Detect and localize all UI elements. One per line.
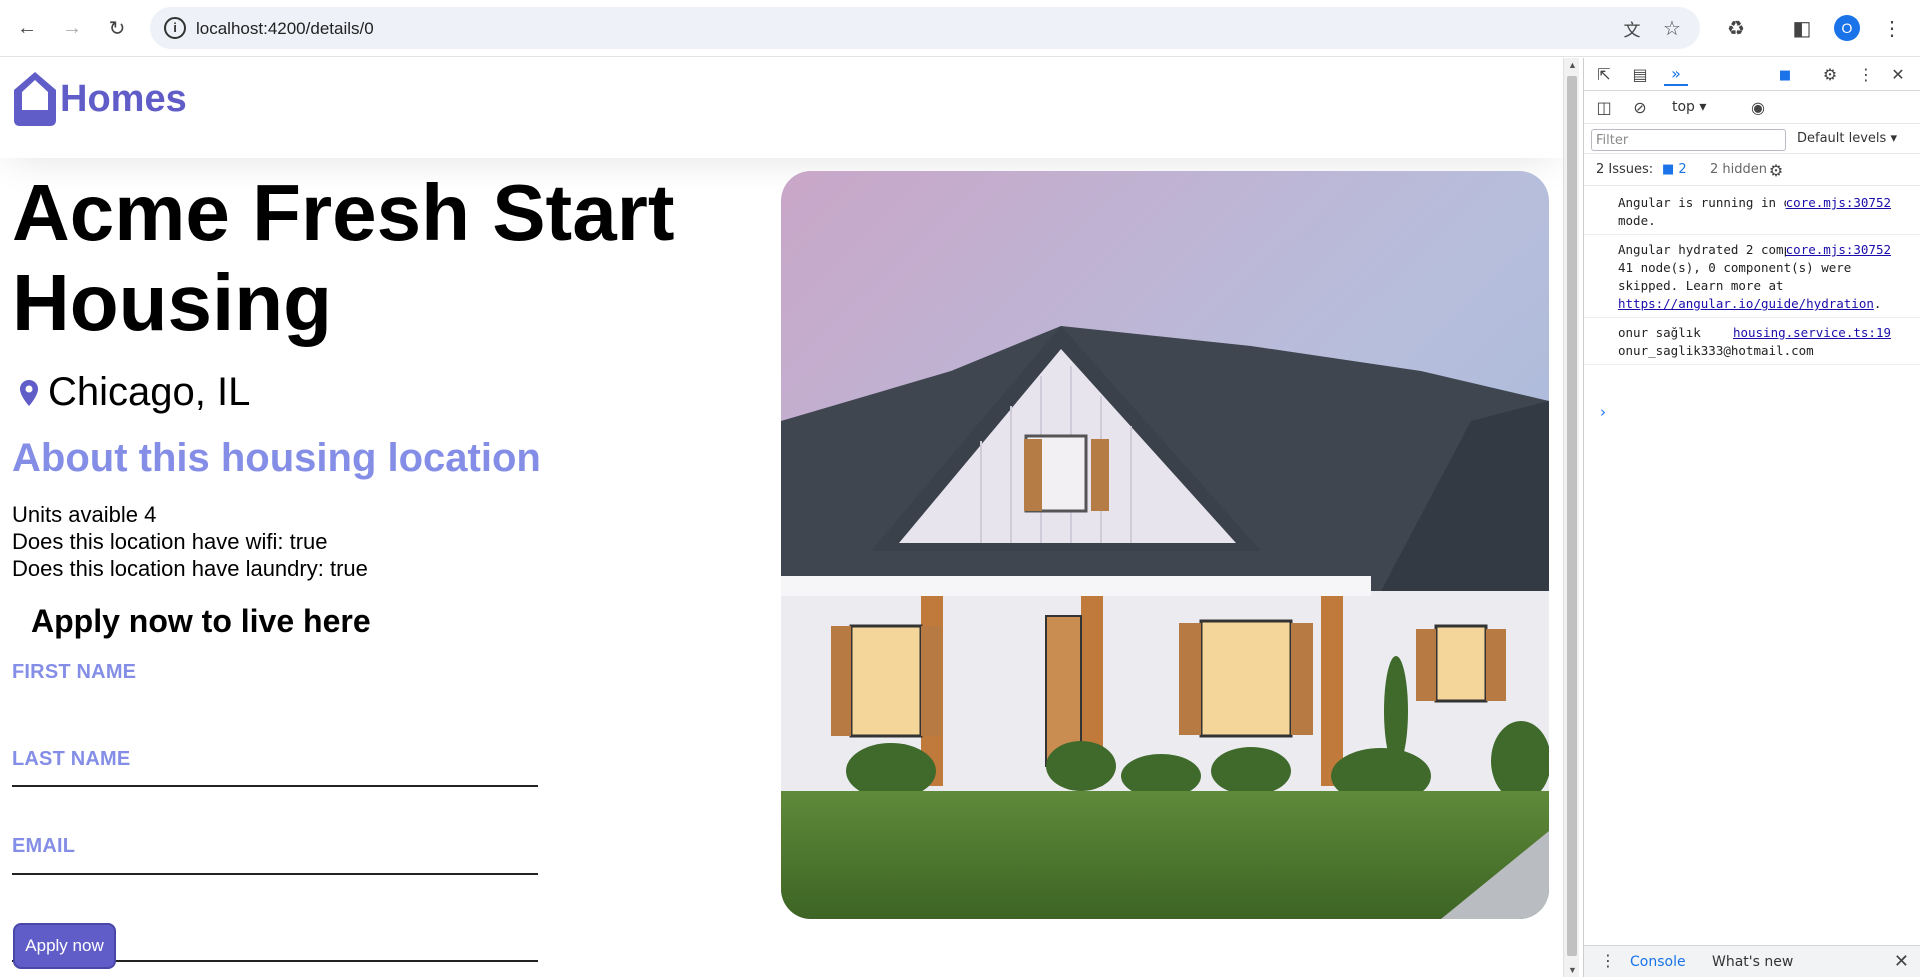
email-label: EMAIL [12, 835, 76, 857]
feature-units: Units avaible 4 [12, 502, 157, 527]
feature-wifi: Does this location have wifi: true [12, 529, 328, 554]
log-levels-label: Default levels [1797, 131, 1887, 146]
console-source-link[interactable]: core.mjs:30752 [1785, 241, 1891, 259]
apply-heading: Apply now to live here [31, 603, 371, 639]
about-heading: About this housing location [12, 436, 541, 480]
live-expression-eye-icon[interactable]: ◉ [1746, 95, 1770, 119]
settings-gear-icon[interactable]: ⚙ [1818, 62, 1842, 86]
drawer-menu-icon[interactable]: ⋮ [1600, 951, 1616, 970]
console-message: Angular hydrated 2 component(s) and 41 n… [1584, 235, 1920, 318]
console-filter-row: Filter Default levels ▾ [1584, 124, 1920, 154]
app-header: Homes [0, 58, 1563, 158]
page-scrollbar[interactable]: ▲ ▼ [1563, 58, 1579, 977]
house-logo-icon [14, 72, 56, 126]
console-messages: Angular is running in development mode. … [1584, 188, 1920, 365]
clear-console-icon[interactable]: ⊘ [1628, 95, 1652, 119]
devtools-drawer-tabs: ⋮ Console What's new ✕ [1584, 945, 1920, 977]
listing-photo [781, 171, 1549, 919]
last-name-field[interactable] [12, 841, 538, 875]
brand-logo[interactable]: Homes [12, 70, 187, 128]
brand-name: Homes [60, 77, 187, 120]
issues-bar: 2 Issues: ■ 2 2 hidden ⚙ [1584, 154, 1920, 186]
browser-toolbar: ← → ↻ i localhost:4200/details/0 文 ☆ ♻ ◧… [0, 0, 1920, 57]
side-panel-icon[interactable]: ◧ [1788, 14, 1816, 42]
devtools-close-icon[interactable]: ✕ [1886, 62, 1910, 86]
more-tabs-icon[interactable]: » [1664, 62, 1688, 86]
site-info-icon[interactable]: i [164, 17, 186, 39]
back-icon[interactable]: ← [13, 14, 41, 42]
listing-location: Chicago, IL [20, 370, 250, 415]
sidebar-toggle-icon[interactable]: ◫ [1592, 95, 1616, 119]
location-pin-icon [20, 379, 38, 406]
console-prompt-chevron-icon[interactable]: › [1600, 403, 1606, 421]
issues-count: 2 [1678, 162, 1687, 177]
context-selector[interactable]: top ▾ [1672, 99, 1706, 115]
console-toolbar: ◫ ⊘ top ▾ ◉ [1584, 91, 1920, 124]
devtools-panel: ⇱ ▤ » ■ ⚙ ⋮ ✕ ◫ ⊘ top ▾ ◉ Filter Default… [1583, 58, 1920, 977]
first-name-label: FIRST NAME [12, 661, 137, 683]
inspect-element-icon[interactable]: ⇱ [1592, 62, 1616, 86]
browser-menu-icon[interactable]: ⋮ [1878, 14, 1906, 42]
bookmark-star-icon[interactable]: ☆ [1658, 14, 1686, 42]
issues-settings-gear-icon[interactable]: ⚙ [1764, 158, 1788, 182]
console-source-link[interactable]: housing.service.ts:19 [1732, 324, 1891, 342]
devtools-menu-icon[interactable]: ⋮ [1854, 62, 1878, 86]
log-levels-dropdown[interactable]: Default levels ▾ [1797, 131, 1897, 146]
console-doc-link[interactable]: https://angular.io/guide/hydration [1618, 296, 1874, 311]
issues-message-icon[interactable]: ■ [1773, 63, 1797, 87]
translate-icon[interactable]: 文 [1618, 14, 1646, 42]
apply-now-button[interactable]: Apply now [13, 923, 116, 969]
page-viewport: Homes Acme Fresh Start Housing Chicago, … [0, 58, 1563, 977]
reload-icon[interactable]: ↻ [103, 14, 131, 42]
feature-list: Units avaible 4 Does this location have … [12, 501, 368, 582]
scrollbar-thumb[interactable] [1567, 76, 1577, 956]
address-bar[interactable]: i localhost:4200/details/0 文 ☆ [150, 7, 1700, 49]
house-photo-illustration [781, 171, 1549, 919]
scroll-up-icon[interactable]: ▲ [1568, 60, 1577, 70]
drawer-close-icon[interactable]: ✕ [1894, 951, 1909, 972]
tab-console[interactable]: Console [1630, 954, 1686, 970]
console-message: onur sağlık onur_saglik333@hotmail.com h… [1584, 318, 1920, 365]
console-message-suffix: . [1873, 296, 1882, 311]
extensions-icon[interactable]: ♻ [1722, 14, 1750, 42]
devtools-toolbar: ⇱ ▤ » ■ ⚙ ⋮ ✕ [1584, 58, 1920, 91]
console-filter-input[interactable]: Filter [1591, 129, 1786, 151]
issues-count-link[interactable]: ■ 2 [1662, 162, 1687, 177]
listing-title: Acme Fresh Start Housing [12, 168, 675, 347]
profile-avatar[interactable]: O [1834, 15, 1860, 41]
console-source-link[interactable]: core.mjs:30752 [1785, 194, 1891, 212]
last-name-label: LAST NAME [12, 748, 131, 770]
tab-whats-new[interactable]: What's new [1712, 954, 1793, 970]
url-text[interactable]: localhost:4200/details/0 [196, 19, 374, 39]
hidden-issues-count: 2 hidden [1710, 162, 1767, 177]
forward-icon[interactable]: → [58, 14, 86, 42]
device-toolbar-icon[interactable]: ▤ [1628, 62, 1652, 86]
console-message: Angular is running in development mode. … [1584, 188, 1920, 235]
issues-label: 2 Issues: [1596, 162, 1654, 177]
scroll-down-icon[interactable]: ▼ [1568, 965, 1577, 975]
feature-laundry: Does this location have laundry: true [12, 556, 368, 581]
location-text: Chicago, IL [48, 370, 251, 414]
context-value: top [1672, 99, 1695, 115]
